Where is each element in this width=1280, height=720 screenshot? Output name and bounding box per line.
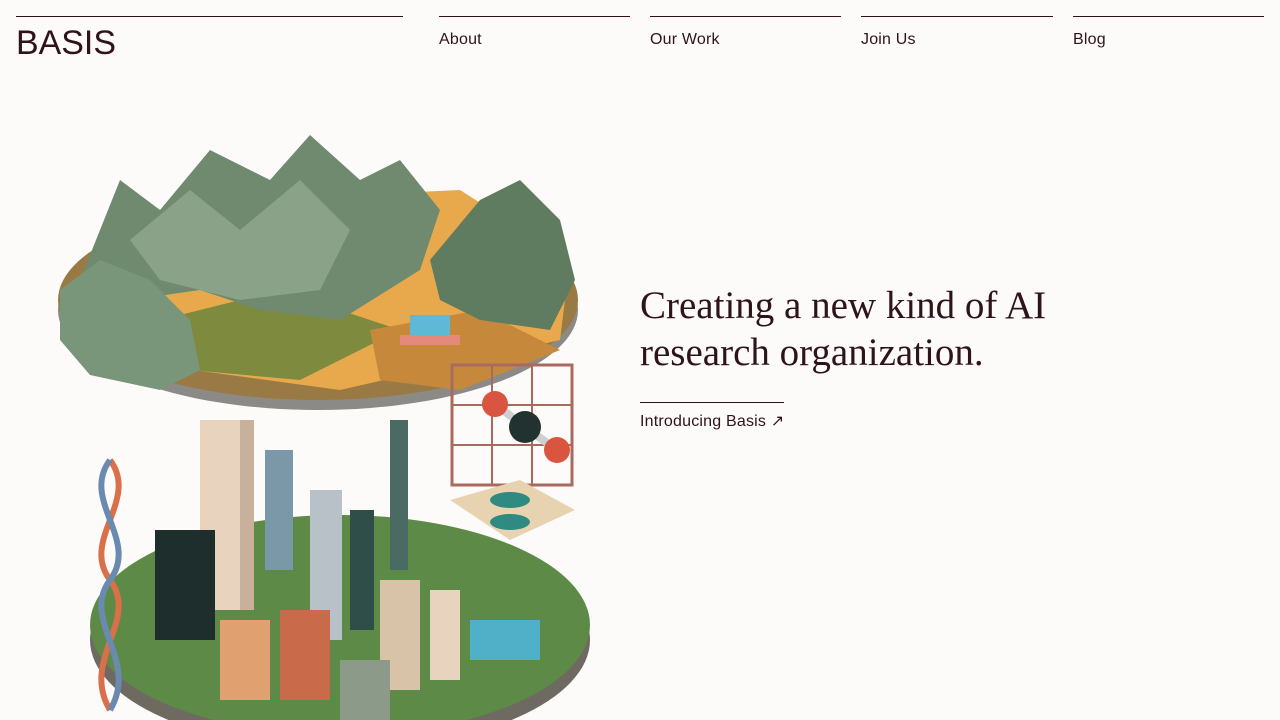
logo-link[interactable]: BASIS: [16, 25, 126, 57]
hero-headline: Creating a new kind of AI research organ…: [640, 282, 1160, 376]
building-grey: [340, 660, 390, 720]
nav-about[interactable]: About: [439, 16, 630, 49]
atom-dark: [509, 411, 541, 443]
building-light: [430, 590, 460, 680]
site-header: BASIS About Our Work Join Us Blog: [0, 0, 1280, 70]
headline-line-2: research organization.: [640, 331, 984, 374]
water-pool: [470, 620, 540, 660]
hero-section: Creating a new kind of AI research organ…: [640, 282, 1160, 431]
headline-line-1: Creating a new kind of AI: [640, 284, 1047, 327]
pink-platform: [400, 335, 460, 345]
tower-spire: [390, 420, 408, 570]
building-red: [280, 610, 330, 700]
hero-illustration: [40, 120, 600, 720]
isometric-world-image: [58, 135, 590, 720]
nav-blog[interactable]: Blog: [1073, 16, 1264, 49]
logo-text: BASIS: [16, 25, 116, 57]
building-dark: [155, 530, 215, 640]
logo-column: BASIS: [16, 16, 403, 57]
basis-logo: BASIS: [16, 25, 116, 57]
nav-our-work[interactable]: Our Work: [650, 16, 841, 49]
introducing-basis-link[interactable]: Introducing Basis ↗: [640, 402, 785, 431]
atom-red-2: [544, 437, 570, 463]
tower-blue: [265, 450, 293, 570]
pool-1: [490, 492, 530, 508]
building-orange: [220, 620, 270, 700]
building-tall-side: [240, 420, 254, 610]
atom-red-1: [482, 391, 508, 417]
pool-2: [490, 514, 530, 530]
tower-green: [350, 510, 374, 630]
nav-join-us[interactable]: Join Us: [861, 16, 1053, 49]
